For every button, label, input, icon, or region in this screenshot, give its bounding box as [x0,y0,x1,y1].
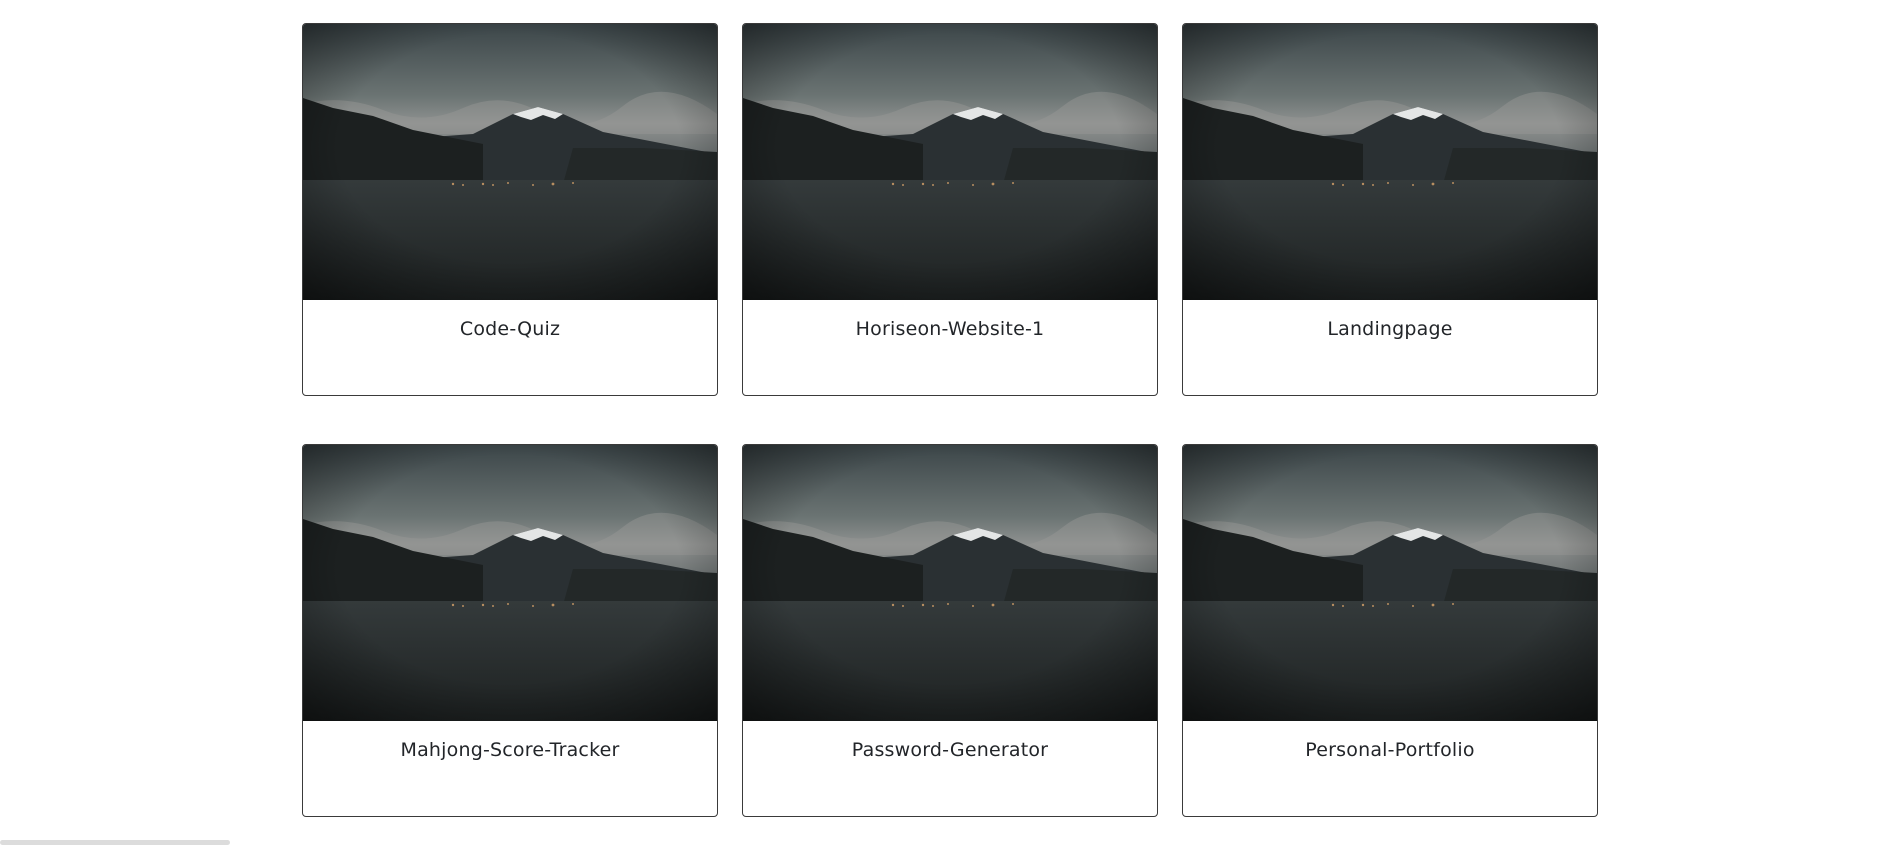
project-thumbnail [303,24,717,300]
card-body: Landingpage [1183,300,1597,395]
project-card[interactable]: Personal-Portfolio [1182,444,1598,817]
project-thumbnail [303,445,717,721]
project-card[interactable]: Mahjong-Score-Tracker [302,444,718,817]
card-body: Horiseon-Website-1 [743,300,1157,395]
project-card[interactable]: Landingpage [1182,23,1598,396]
card-body: Mahjong-Score-Tracker [303,721,717,816]
project-grid: Code-Quiz Horiseon-Website-1 Landingpage… [302,23,1598,817]
project-title[interactable]: Code-Quiz [303,300,717,340]
project-title[interactable]: Password-Generator [743,721,1157,761]
project-thumbnail [1183,24,1597,300]
project-card[interactable]: Password-Generator [742,444,1158,817]
project-title[interactable]: Personal-Portfolio [1183,721,1597,761]
project-card[interactable]: Code-Quiz [302,23,718,396]
project-thumbnail [1183,445,1597,721]
project-title[interactable]: Landingpage [1183,300,1597,340]
project-thumbnail [743,445,1157,721]
card-body: Personal-Portfolio [1183,721,1597,816]
project-title[interactable]: Horiseon-Website-1 [743,300,1157,340]
card-body: Code-Quiz [303,300,717,395]
project-thumbnail [743,24,1157,300]
card-body: Password-Generator [743,721,1157,816]
horizontal-scrollbar[interactable] [0,840,230,845]
project-title[interactable]: Mahjong-Score-Tracker [303,721,717,761]
project-card[interactable]: Horiseon-Website-1 [742,23,1158,396]
portfolio-page: Code-Quiz Horiseon-Website-1 Landingpage… [0,0,1902,845]
